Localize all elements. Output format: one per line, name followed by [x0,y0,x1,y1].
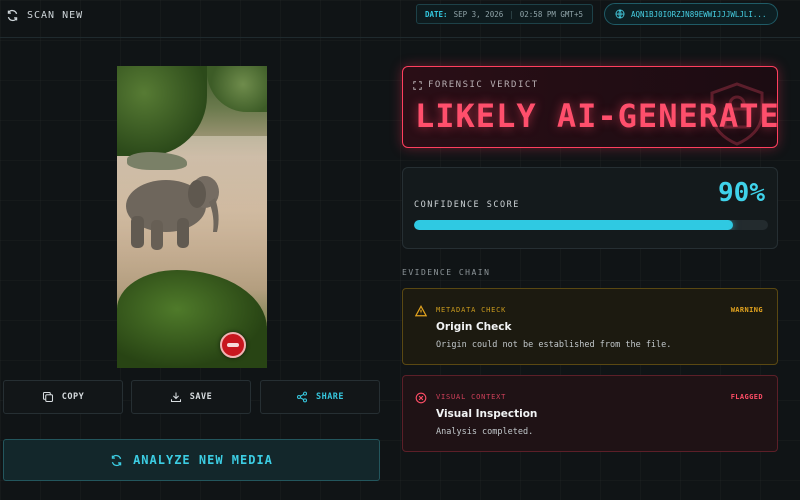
elephant-figure [126,176,219,250]
date-display: DATE: SEP 3, 2026 | 02:58 PM GMT+5 [416,4,593,24]
status-badge: FLAGGED [730,393,763,401]
scan-new-button[interactable]: SCAN NEW [6,6,83,24]
save-label: SAVE [189,392,213,402]
confidence-panel: CONFIDENCE SCORE 90% [402,167,778,249]
share-button[interactable]: SHARE [260,380,380,414]
time-value: 02:58 PM GMT+5 [519,9,583,19]
copy-button[interactable]: COPY [3,380,123,414]
analyze-label: ANALYZE NEW MEDIA [133,453,273,467]
status-badge: WARNING [730,306,763,314]
globe-icon [615,9,625,19]
scan-id-pill[interactable]: AQN1BJ0IORZJN89EWWIJJJWLJLI... [604,3,778,25]
copy-label: COPY [61,392,85,402]
verdict-heading: FORENSIC VERDICT [413,80,539,90]
evidence-category: METADATA CHECK [436,306,507,314]
evidence-title: Origin Check [436,321,512,333]
share-label: SHARE [315,392,345,402]
share-icon [296,391,307,403]
confidence-progress-fill [414,220,733,230]
divider: | [509,9,514,19]
evidence-description: Origin could not be established from the… [436,340,672,350]
verdict-heading-text: FORENSIC VERDICT [428,80,539,90]
copy-icon [42,391,53,403]
analyzed-media-preview [117,66,267,368]
confidence-value: 90% [718,178,765,208]
evidence-card-metadata[interactable]: METADATA CHECK WARNING Origin Check Orig… [402,288,778,365]
foliage-right [207,66,267,112]
top-bar: SCAN NEW DATE: SEP 3, 2026 | 02:58 PM GM… [0,0,800,38]
x-circle-icon [415,392,427,404]
evidence-description: Analysis completed. [436,427,534,437]
evidence-title: Visual Inspection [436,408,538,420]
confidence-progress-track [414,220,768,230]
forensic-verdict-panel: FORENSIC VERDICT LIKELY AI-GENERATED [402,66,778,148]
scan-frame-icon [413,80,422,90]
date-key: DATE: [425,9,448,19]
analyze-new-media-button[interactable]: ANALYZE NEW MEDIA [3,439,380,481]
confidence-label: CONFIDENCE SCORE [414,200,520,210]
verdict-result: LIKELY AI-GENERATED [415,97,778,135]
evidence-card-visual[interactable]: VISUAL CONTEXT FLAGGED Visual Inspection… [402,375,778,452]
refresh-icon [7,9,18,21]
scan-id-text: AQN1BJ0IORZJN89EWWIJJJWLJLI... [631,9,767,19]
evidence-chain-label: EVIDENCE CHAIN [402,268,491,277]
download-icon [170,392,181,403]
save-button[interactable]: SAVE [131,380,251,414]
date-value: SEP 3, 2026 [453,9,504,19]
stop-badge-icon [220,332,246,358]
refresh-icon [111,454,122,466]
evidence-category: VISUAL CONTEXT [436,393,507,401]
warning-triangle-icon [415,305,427,317]
scan-new-label: SCAN NEW [27,9,84,21]
